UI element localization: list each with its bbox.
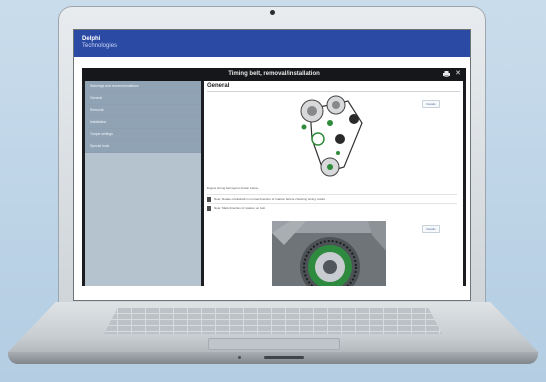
content-pane: General Details Engine timing belt layou… bbox=[204, 81, 463, 286]
brand-header: Delphi Technologies bbox=[74, 30, 470, 57]
window-title-bar: Timing belt, removal/installation ✕ bbox=[82, 68, 466, 81]
procedure-window: Timing belt, removal/installation ✕ Warn… bbox=[82, 68, 466, 286]
window-title: Timing belt, removal/installation bbox=[228, 71, 320, 77]
section-heading: General bbox=[207, 83, 230, 89]
sidebar-item-torque[interactable]: Torque settings bbox=[85, 129, 201, 141]
step-text: Note: Rotate crankshaft in normal direct… bbox=[214, 197, 326, 201]
sidebar-item-general[interactable]: General bbox=[85, 93, 201, 105]
sidebar-item-special-tools[interactable]: Special tools bbox=[85, 141, 201, 153]
optical-drive-slot bbox=[264, 356, 304, 359]
description-text: Engine timing belt layout shown below. bbox=[207, 186, 259, 190]
step-marker-icon bbox=[207, 196, 211, 202]
brand-name: Delphi bbox=[82, 36, 101, 42]
details-button[interactable]: Details bbox=[422, 100, 440, 108]
printer-icon[interactable] bbox=[443, 71, 450, 77]
brand-subtitle: Technologies bbox=[82, 43, 118, 49]
screen: Delphi Technologies Timing belt, removal… bbox=[74, 30, 470, 300]
sidebar-item-warnings[interactable]: Warnings and recommendations bbox=[85, 81, 201, 93]
divider bbox=[207, 91, 460, 92]
step-row: Note: Mark direction of rotation on belt… bbox=[207, 203, 457, 212]
close-icon[interactable]: ✕ bbox=[455, 70, 461, 78]
sidebar-item-installation[interactable]: Installation bbox=[85, 117, 201, 129]
sidebar: Warnings and recommendations General Rem… bbox=[85, 81, 201, 286]
step-marker-icon bbox=[207, 205, 211, 211]
timing-belt-diagram bbox=[300, 95, 363, 177]
webcam bbox=[270, 10, 275, 15]
step-row: Note: Rotate crankshaft in normal direct… bbox=[207, 194, 457, 203]
keyboard-rows bbox=[104, 308, 442, 334]
power-led bbox=[238, 356, 241, 359]
step-text: Note: Mark direction of rotation on belt… bbox=[214, 206, 266, 210]
laptop-base bbox=[8, 302, 538, 364]
engine-photo bbox=[272, 221, 386, 286]
sidebar-item-removal[interactable]: Removal bbox=[85, 105, 201, 117]
trackpad bbox=[208, 338, 340, 350]
details-button[interactable]: Details bbox=[422, 225, 440, 233]
